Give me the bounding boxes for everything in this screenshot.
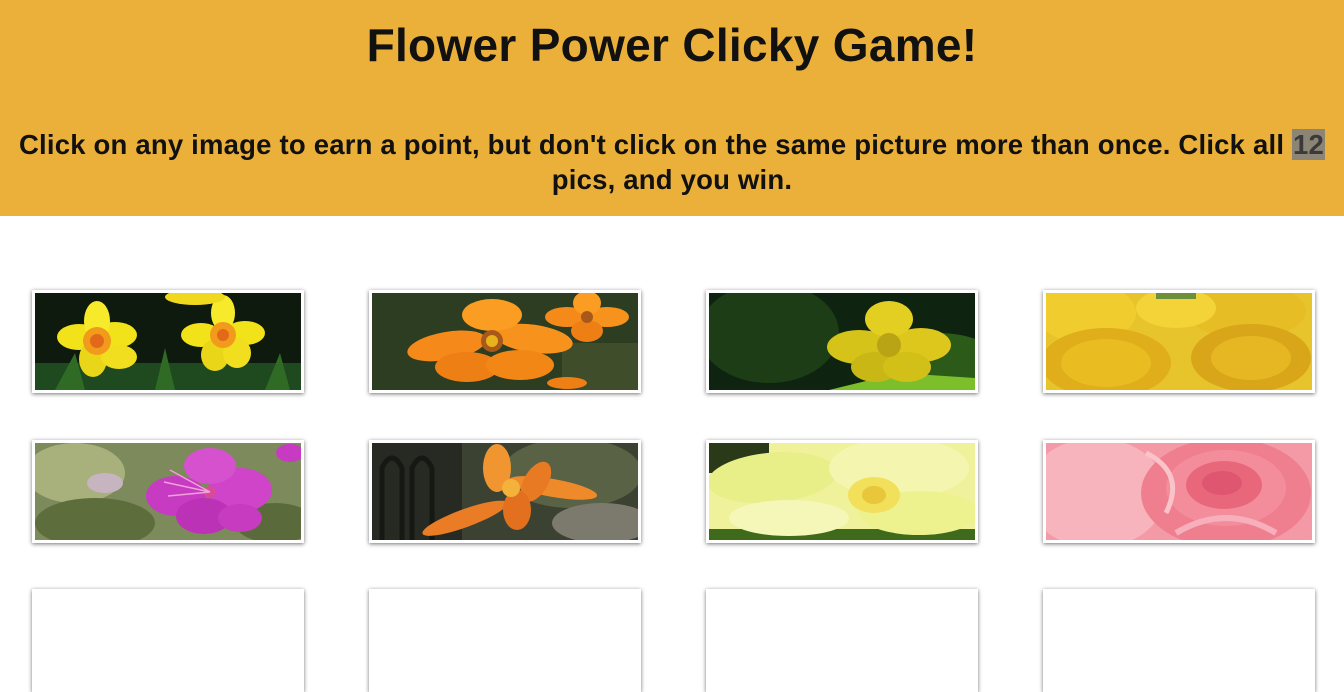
pink-rose-card[interactable]	[1043, 440, 1315, 543]
flower-card-row3-1[interactable]	[32, 589, 304, 692]
marigold-image	[1046, 293, 1312, 390]
marigold-card[interactable]	[1043, 290, 1315, 393]
game-instructions: Click on any image to earn a point, but …	[10, 127, 1334, 197]
buttercup-card[interactable]	[706, 290, 978, 393]
orange-cosmos-card[interactable]	[369, 290, 641, 393]
daylily-card[interactable]	[369, 440, 641, 543]
pale-yellow-flower-card[interactable]	[706, 440, 978, 543]
daylily-image	[372, 443, 638, 540]
orange-cosmos-image	[372, 293, 638, 390]
daffodil-card[interactable]	[32, 290, 304, 393]
flower-card-row3-4[interactable]	[1043, 589, 1315, 692]
azalea-card[interactable]	[32, 440, 304, 543]
buttercup-image	[709, 293, 975, 390]
flower-card-row3-3[interactable]	[706, 589, 978, 692]
flower-card-row3-2[interactable]	[369, 589, 641, 692]
game-title: Flower Power Clicky Game!	[366, 19, 978, 71]
total-pics-count: 12	[1292, 129, 1326, 160]
daffodil-image	[35, 293, 301, 390]
azalea-image	[35, 443, 301, 540]
instructions-text-start: Click on any image to earn a point, but …	[18, 129, 1285, 160]
instructions-text-end: pics, and you win.	[551, 164, 793, 195]
game-header: Flower Power Clicky Game! Click on any i…	[0, 0, 1344, 216]
pale-yellow-flower-image	[709, 443, 975, 540]
pink-rose-image	[1046, 443, 1312, 540]
